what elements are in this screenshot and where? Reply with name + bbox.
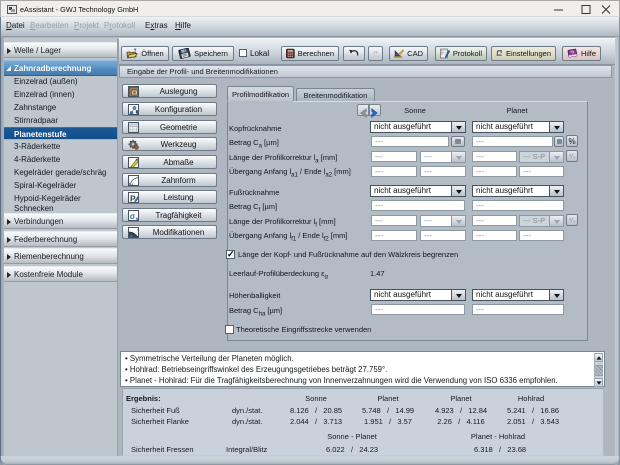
svg-text:x: x — [135, 217, 139, 221]
